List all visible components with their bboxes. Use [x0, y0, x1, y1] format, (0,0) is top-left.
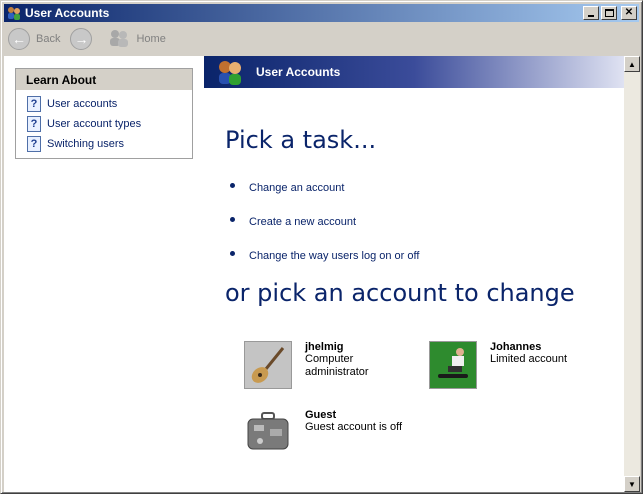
banner-title: User Accounts — [256, 65, 341, 79]
account-desc: Computer administrator — [305, 353, 369, 378]
scroll-up-button[interactable]: ▲ — [624, 56, 640, 72]
pick-task-heading: Pick a task... — [225, 126, 377, 154]
minimize-icon — [588, 15, 594, 17]
forward-arrow-icon: → — [70, 28, 93, 50]
learn-about-heading: Learn About — [16, 69, 192, 90]
help-icon: ? — [27, 96, 41, 112]
account-name: jhelmig — [305, 341, 344, 353]
learn-item-switching-users[interactable]: ? Switching users — [16, 134, 192, 154]
vertical-scrollbar[interactable]: ▲ ▼ — [624, 56, 640, 492]
scroll-down-button[interactable]: ▼ — [624, 476, 640, 492]
maximize-button[interactable] — [601, 6, 617, 20]
close-button[interactable]: ✕ — [621, 6, 637, 20]
task-list: Change an account Create a new account C… — [230, 171, 419, 273]
pick-account-heading: or pick an account to change — [225, 279, 575, 307]
account-name: Guest — [305, 409, 337, 421]
task-label: Change an account — [249, 182, 345, 194]
back-button[interactable]: ← Back — [8, 28, 60, 50]
learn-item-label: User account types — [47, 118, 142, 130]
arrow-up-icon: ▲ — [628, 59, 636, 69]
right-pane: User Accounts Pick a task... Change an a… — [204, 56, 624, 492]
account-johannes[interactable]: Johannes Limited account — [429, 341, 570, 389]
user-accounts-icon — [6, 5, 22, 21]
home-label: Home — [136, 33, 166, 45]
back-arrow-icon: ← — [8, 28, 30, 50]
maximize-icon — [604, 9, 614, 17]
task-change-logon[interactable]: Change the way users log on or off — [230, 239, 419, 273]
back-label: Back — [36, 33, 61, 45]
account-jhelmig[interactable]: jhelmig Computer administrator — [244, 341, 385, 389]
home-users-icon — [108, 29, 130, 50]
account-desc: Guest account is off — [305, 421, 403, 433]
home-button[interactable]: Home — [108, 29, 166, 50]
bullet-icon — [230, 250, 235, 256]
task-label: Change the way users log on or off — [249, 250, 420, 262]
suitcase-icon — [244, 409, 292, 457]
left-pane: Learn About ? User accounts ? User accou… — [4, 56, 204, 492]
learn-item-label: User accounts — [47, 98, 118, 110]
bullet-icon — [230, 182, 235, 188]
learn-item-label: Switching users — [47, 138, 125, 150]
learn-about-panel: Learn About ? User accounts ? User accou… — [15, 68, 193, 159]
close-icon: ✕ — [624, 7, 634, 18]
minimize-button[interactable] — [583, 6, 599, 20]
task-label: Create a new account — [249, 216, 357, 228]
forward-button[interactable]: → — [70, 28, 98, 50]
user-accounts-icon — [216, 58, 244, 86]
learn-item-user-account-types[interactable]: ? User account types — [16, 114, 192, 134]
task-create-account[interactable]: Create a new account — [230, 205, 419, 239]
help-icon: ? — [27, 116, 41, 132]
window-title: User Accounts — [25, 6, 110, 20]
toolbar: ← Back → Home — [4, 24, 639, 54]
account-name: Johannes — [490, 341, 542, 353]
bullet-icon — [230, 216, 235, 222]
user-accounts-window: User Accounts ✕ ← Back → Home Learn Abou… — [0, 0, 643, 494]
learn-item-user-accounts[interactable]: ? User accounts — [16, 94, 192, 114]
guitar-avatar-icon — [244, 341, 292, 389]
banner: User Accounts — [204, 56, 624, 88]
account-guest[interactable]: Guest Guest account is off — [244, 409, 415, 457]
title-bar[interactable]: User Accounts ✕ — [4, 4, 639, 22]
help-icon: ? — [27, 136, 41, 152]
arrow-down-icon: ▼ — [628, 479, 636, 489]
account-desc: Limited account — [490, 353, 568, 365]
skateboarder-avatar-icon — [429, 341, 477, 389]
content-area: Learn About ? User accounts ? User accou… — [4, 56, 624, 492]
task-change-account[interactable]: Change an account — [230, 171, 419, 205]
